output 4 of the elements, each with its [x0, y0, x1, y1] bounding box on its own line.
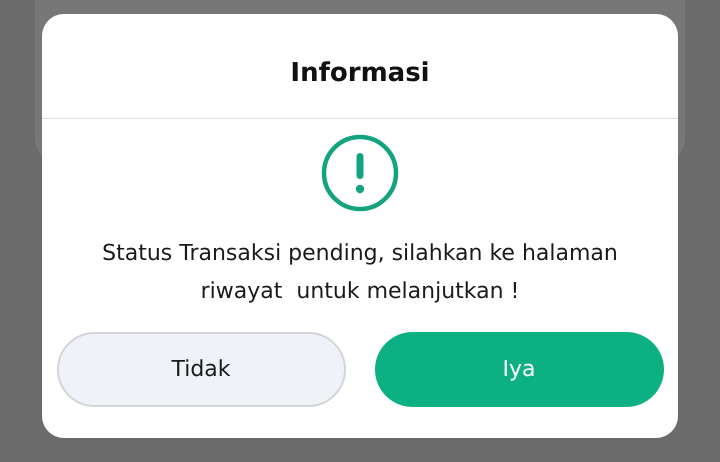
dialog-title: Informasi [290, 57, 430, 90]
exclamation-icon [320, 133, 400, 213]
dialog-message: Status Transaksi pending, silahkan ke halaman riwayat untuk melanjutkan ! [101, 240, 619, 306]
cancel-button[interactable]: Tidak [56, 332, 346, 407]
